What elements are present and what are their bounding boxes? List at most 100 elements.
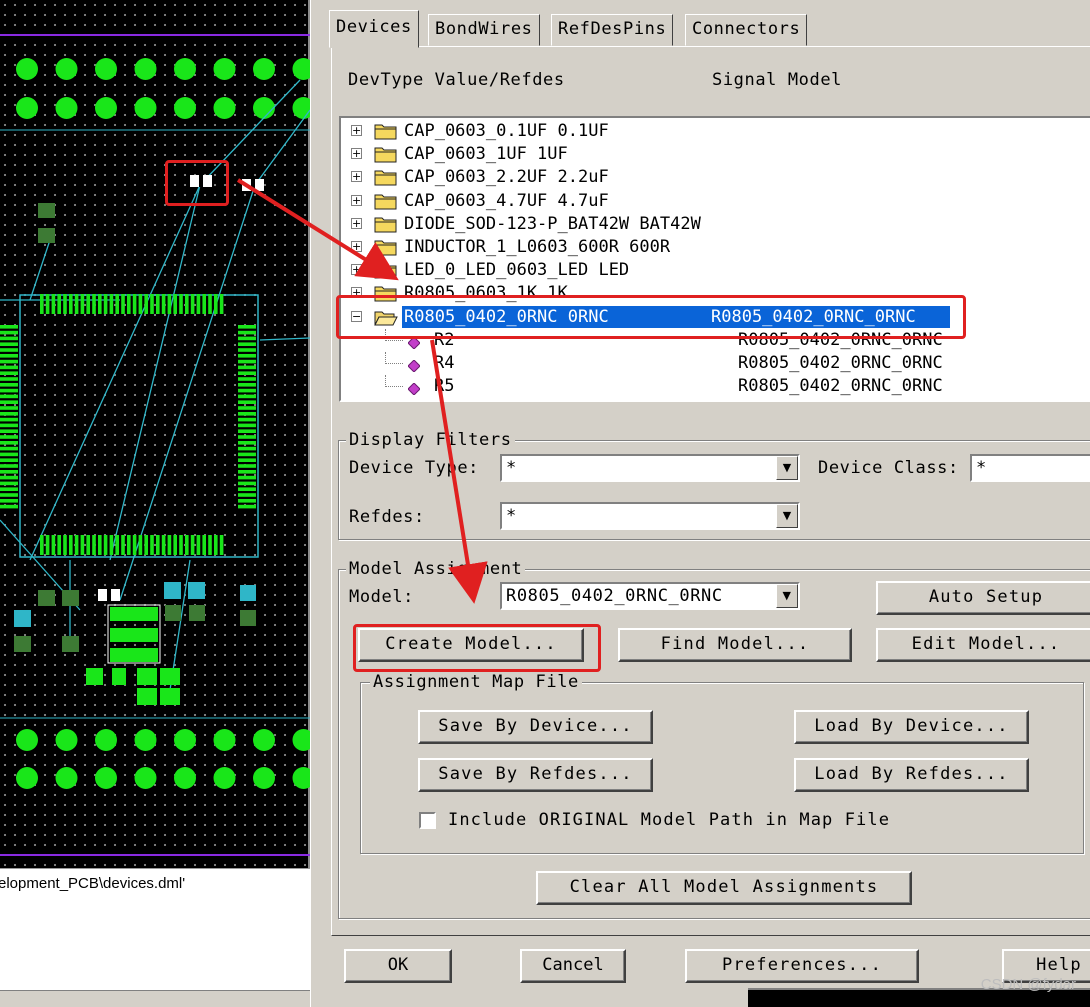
folder-icon [374,285,398,302]
ic-pin [80,535,85,555]
ic-pin [238,504,256,509]
ic-pin [238,377,256,381]
tree-folder-row[interactable]: + LED_0_LED_0603_LED LED [341,259,1090,282]
expand-icon[interactable]: + [351,148,362,160]
ic-pin [238,388,256,393]
tree-leaf-row[interactable]: R5 R0805_0402_0RNC_0RNC [341,375,1090,398]
expand-icon[interactable]: + [351,194,362,206]
auto-setup-button[interactable]: Auto Setup [876,581,1090,615]
ic-pin [214,535,218,555]
folder-icon [374,262,398,279]
device-tree[interactable]: + CAP_0603_0.1UF 0.1UF + CAP_0603_1UF 1UF + C… [339,116,1090,402]
ic-pin [196,294,201,314]
ic-pin [74,294,79,314]
device-type-label: Device Type: [349,458,480,478]
via-pad [253,58,275,80]
tree-leaf-row[interactable]: R4 R0805_0402_0RNC_0RNC [341,352,1090,375]
ic-pin [190,535,195,555]
collapse-icon[interactable]: − [351,310,362,322]
ic-pin [238,394,256,399]
ic-pin [167,535,172,555]
ic-pin [238,354,256,358]
ic-pin [0,342,18,346]
ic-pin [0,470,18,474]
chevron-down-icon[interactable]: ▼ [776,504,798,528]
tree-folder-row[interactable]: + CAP_0603_2.2UF 2.2uF [341,166,1090,189]
expand-icon[interactable]: + [351,125,362,136]
ok-button[interactable]: OK [344,949,452,983]
pcb-canvas[interactable] [0,0,310,868]
create-model-button[interactable]: Create Model... [358,628,584,662]
save-by-refdes-button[interactable]: Save By Refdes... [418,758,653,792]
refdes-label: Refdes: [349,507,425,527]
edit-model-button[interactable]: Edit Model... [876,628,1090,662]
expand-icon[interactable]: + [351,264,362,276]
ic-pin [238,499,256,503]
tab-connectors[interactable]: Connectors [685,14,808,46]
tree-folder-row[interactable]: + CAP_0603_4.7UF 4.7uF [341,190,1090,213]
folder-icon [374,216,398,233]
include-original-label: Include ORIGINAL Model Path in Map File [448,810,891,830]
ic-pin [115,294,119,314]
tree-folder-row[interactable]: + INDUCTOR_1_L0603_600R 600R [341,236,1090,259]
ic-pin [190,294,195,314]
ic-pin [0,371,18,375]
tree-folder-row[interactable]: + DIODE_SOD-123-P_BAT42W BAT42W [341,213,1090,236]
device-class-label: Device Class: [818,458,959,478]
ic-pin [51,535,56,555]
model-combo[interactable]: R0805_0402_0RNC_0RNC ▼ [500,582,800,610]
tree-folder-row[interactable]: + R0805_0603_1K 1K [341,282,1090,305]
expand-icon[interactable]: + [351,217,362,229]
via-pad [95,58,117,80]
ic-pin [109,535,114,555]
expand-icon[interactable]: + [351,171,362,183]
tree-folder-row[interactable]: + CAP_0603_1UF 1UF [341,143,1090,166]
load-by-device-button[interactable]: Load By Device... [794,710,1029,744]
chevron-down-icon[interactable]: ▼ [776,584,798,608]
expand-icon[interactable]: + [351,241,362,252]
tree-connector [385,328,403,341]
clear-all-assignments-button[interactable]: Clear All Model Assignments [536,871,912,905]
tab-devices[interactable]: Devices [329,10,419,48]
load-by-refdes-button[interactable]: Load By Refdes... [794,758,1029,792]
tab-refdespins[interactable]: RefDesPins [551,14,674,46]
signal-model-cell: R0805_0402_0RNC_0RNC [738,353,943,373]
via-pad [253,767,275,789]
log-path-text: elopment_PCB\devices.dml' [0,875,186,892]
ic-pin [219,535,224,555]
save-by-device-button[interactable]: Save By Device... [418,710,653,744]
ic-pin [0,400,18,404]
ic-pin [98,535,102,555]
ic-pin [238,412,256,416]
ic-pin [156,535,160,555]
tree-folder-row[interactable]: − R0805_0402_0RNC 0RNC R0805_0402_0RNC_0RN… [341,305,1090,329]
ic-pin [238,429,256,433]
refdes-combo[interactable]: * ▼ [500,502,800,530]
ic-pin [167,294,172,314]
via-pad [55,729,78,751]
device-type-label: CAP_0603_1UF 1UF [404,144,568,165]
ic-pin [0,435,18,439]
display-filters-title: Display Filters [346,430,515,450]
ic-pin [238,475,256,480]
expand-icon[interactable]: + [351,287,362,299]
tab-bondwires[interactable]: BondWires [428,14,540,46]
chevron-down-icon[interactable]: ▼ [776,456,798,480]
cancel-button[interactable]: Cancel [520,949,626,983]
tree-leaf-row[interactable]: R2 R0805_0402_0RNC_0RNC [341,328,1090,352]
via-pad [95,767,117,789]
via-pad [16,729,38,751]
tree-folder-row[interactable]: + CAP_0603_0.1UF 0.1UF [341,120,1090,143]
include-original-checkbox[interactable] [419,812,436,829]
preferences-button[interactable]: Preferences... [685,949,919,983]
device-class-combo[interactable]: * [970,454,1090,482]
via-pad [174,97,196,119]
ic-pin [0,348,18,352]
model-value: R0805_0402_0RNC_0RNC [506,586,723,606]
device-type-combo[interactable]: * ▼ [500,454,800,482]
devtype-column-header: DevType Value/Refdes [348,70,565,90]
find-model-button[interactable]: Find Model... [618,628,852,662]
ic-pin [0,504,18,509]
ic-pin [0,365,18,370]
ic-pin [179,535,183,555]
